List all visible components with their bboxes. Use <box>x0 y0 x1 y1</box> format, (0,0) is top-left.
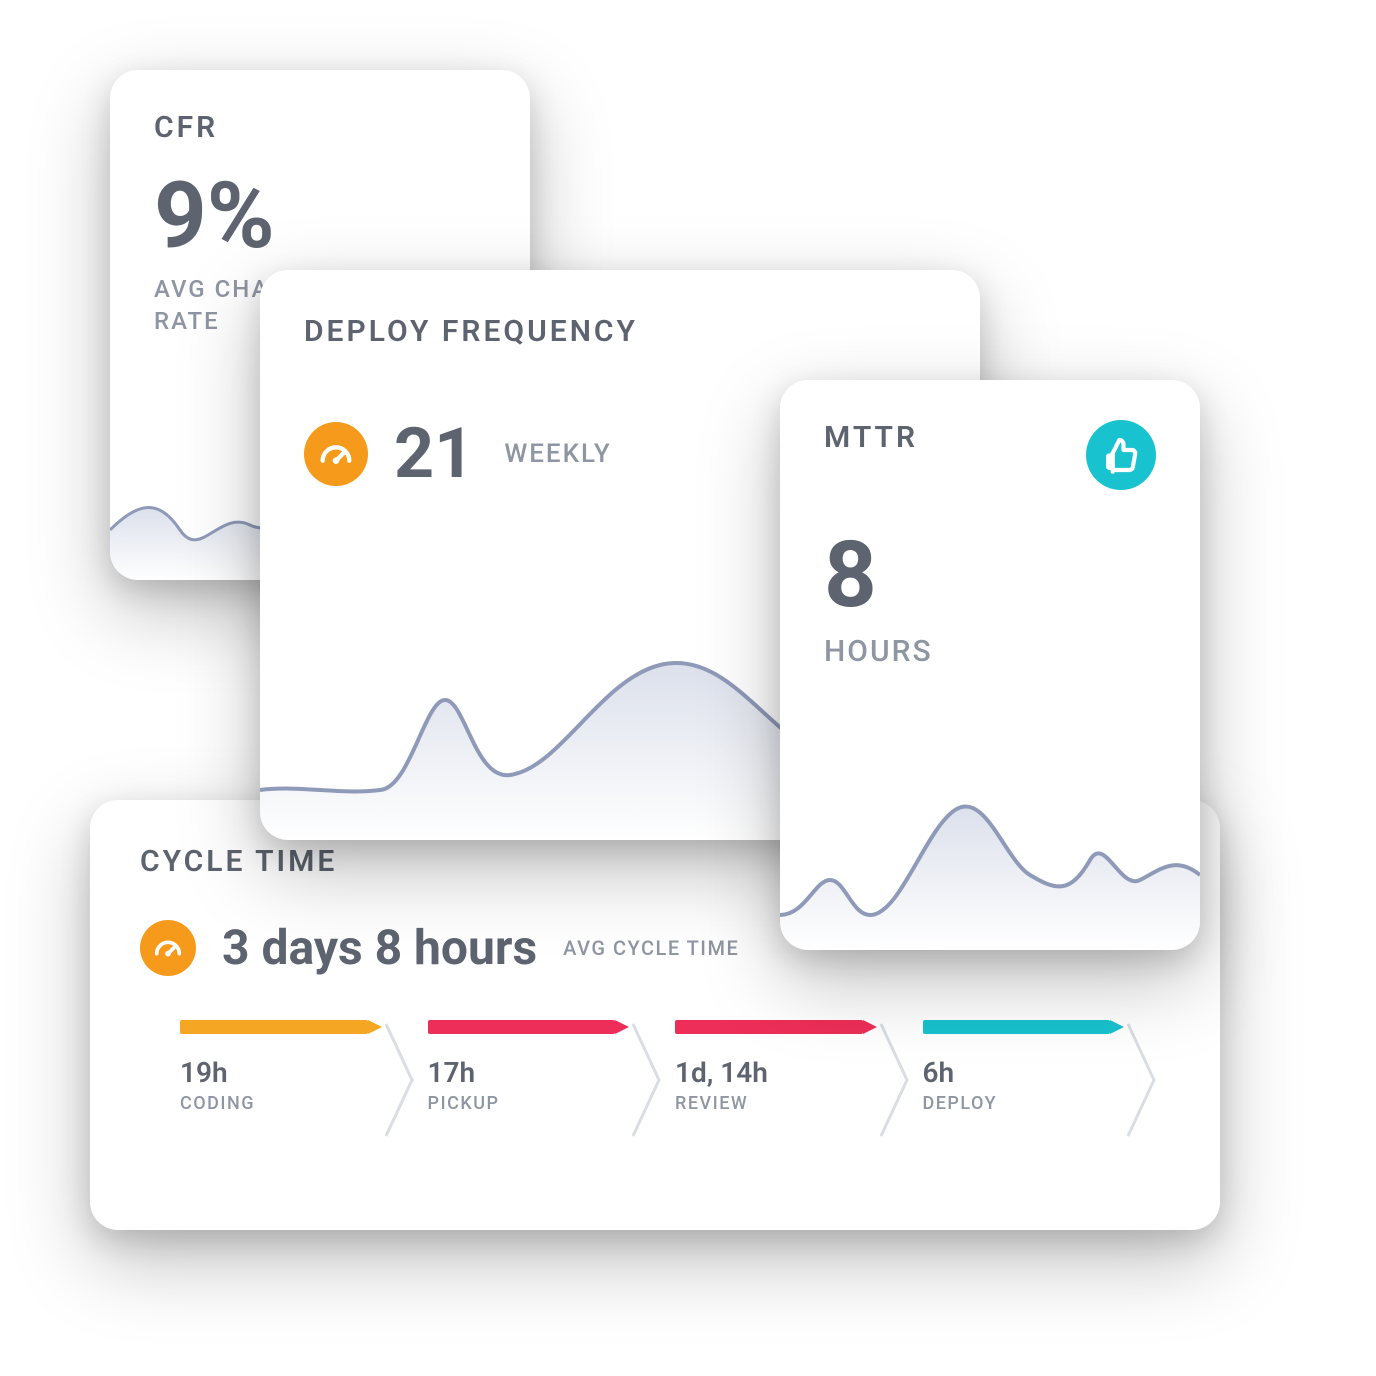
cycle-time-label: AVG CYCLE TIME <box>563 936 739 960</box>
cycle-stage-bar <box>180 1020 368 1034</box>
mttr-value: 8 <box>824 530 1156 622</box>
cycle-stage-value: 19h <box>180 1056 368 1089</box>
chevron-right-icon <box>1124 1020 1160 1140</box>
cycle-stage-bar <box>428 1020 616 1034</box>
cycle-stage-bar <box>675 1020 863 1034</box>
cycle-stage-label: CODING <box>180 1093 368 1114</box>
chevron-right-icon <box>877 1020 913 1140</box>
mttr-title: MTTR <box>824 420 918 455</box>
mttr-unit: HOURS <box>824 632 1156 673</box>
cycle-stage-review: 1d, 14h REVIEW <box>675 1020 923 1114</box>
chevron-right-icon <box>629 1020 665 1140</box>
cycle-stage-value: 1d, 14h <box>675 1056 863 1089</box>
deploy-unit: WEEKLY <box>504 439 611 469</box>
gauge-icon <box>304 422 368 486</box>
mttr-card: MTTR 8 HOURS <box>780 380 1200 950</box>
chevron-right-icon <box>382 1020 418 1140</box>
gauge-icon <box>140 920 196 976</box>
cycle-stage-deploy: 6h DEPLOY <box>923 1020 1171 1114</box>
cycle-stage-pickup: 17h PICKUP <box>428 1020 676 1114</box>
cfr-value: 9% <box>154 171 486 263</box>
cycle-stage-bar <box>923 1020 1111 1034</box>
cycle-stage-label: REVIEW <box>675 1093 863 1114</box>
cycle-stage-coding: 19h CODING <box>180 1020 428 1114</box>
thumbs-up-icon <box>1086 420 1156 490</box>
mttr-sparkline <box>780 760 1200 950</box>
cycle-stage-label: DEPLOY <box>923 1093 1111 1114</box>
cycle-stage-label: PICKUP <box>428 1093 616 1114</box>
deploy-title: DEPLOY FREQUENCY <box>304 314 936 349</box>
cfr-title: CFR <box>154 110 486 145</box>
cycle-time-value: 3 days 8 hours <box>222 919 537 976</box>
cycle-stage-value: 6h <box>923 1056 1111 1089</box>
dashboard-stage: CYCLE TIME 3 days 8 hours AVG CYCLE TIME… <box>0 0 1376 1376</box>
deploy-value: 21 <box>394 419 474 489</box>
cycle-stage-value: 17h <box>428 1056 616 1089</box>
cycle-stages: 19h CODING 17h PICKUP 1d, 14h REVIEW 6h … <box>140 1020 1170 1114</box>
